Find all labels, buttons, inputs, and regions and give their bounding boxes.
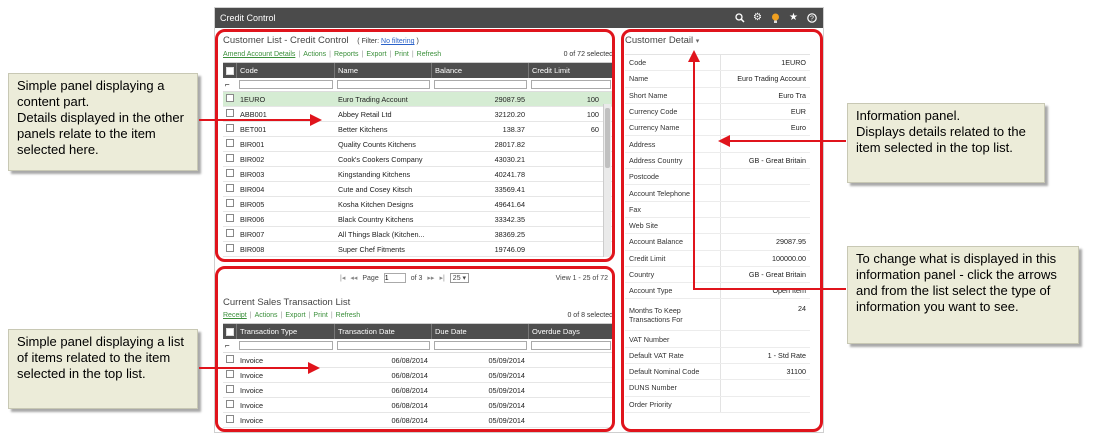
annotation-arrows (199, 50, 846, 374)
arrow-to-detail-selector (688, 50, 846, 290)
